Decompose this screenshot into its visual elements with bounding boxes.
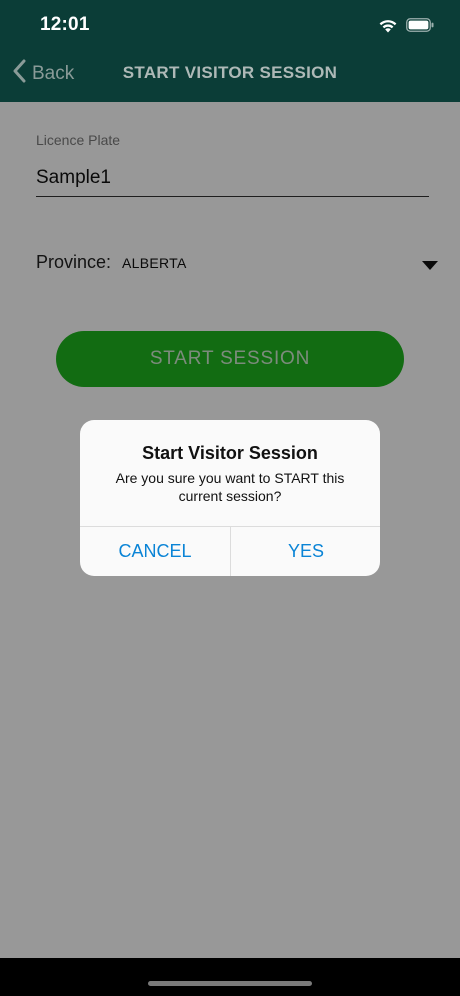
bottom-bar [0,958,460,996]
page-title: START VISITOR SESSION [122,63,338,82]
nav-bar: Back START VISITOR SESSION [0,48,460,100]
status-time: 12:01 [40,14,90,35]
status-icons [378,15,434,35]
yes-button[interactable]: YES [231,527,380,576]
wifi-icon [378,18,398,33]
status-bar: 12:01 [0,0,460,48]
header: 12:01 Back START VISITOR SESSION [0,0,460,102]
alert-message: Are you sure you want to START this curr… [115,470,345,504]
alert-title: Start Visitor Session [142,443,318,463]
home-indicator[interactable] [148,981,312,986]
cancel-button[interactable]: CANCEL [80,527,230,576]
confirm-alert: Start Visitor Session Are you sure you w… [80,420,380,576]
battery-icon [406,18,434,32]
